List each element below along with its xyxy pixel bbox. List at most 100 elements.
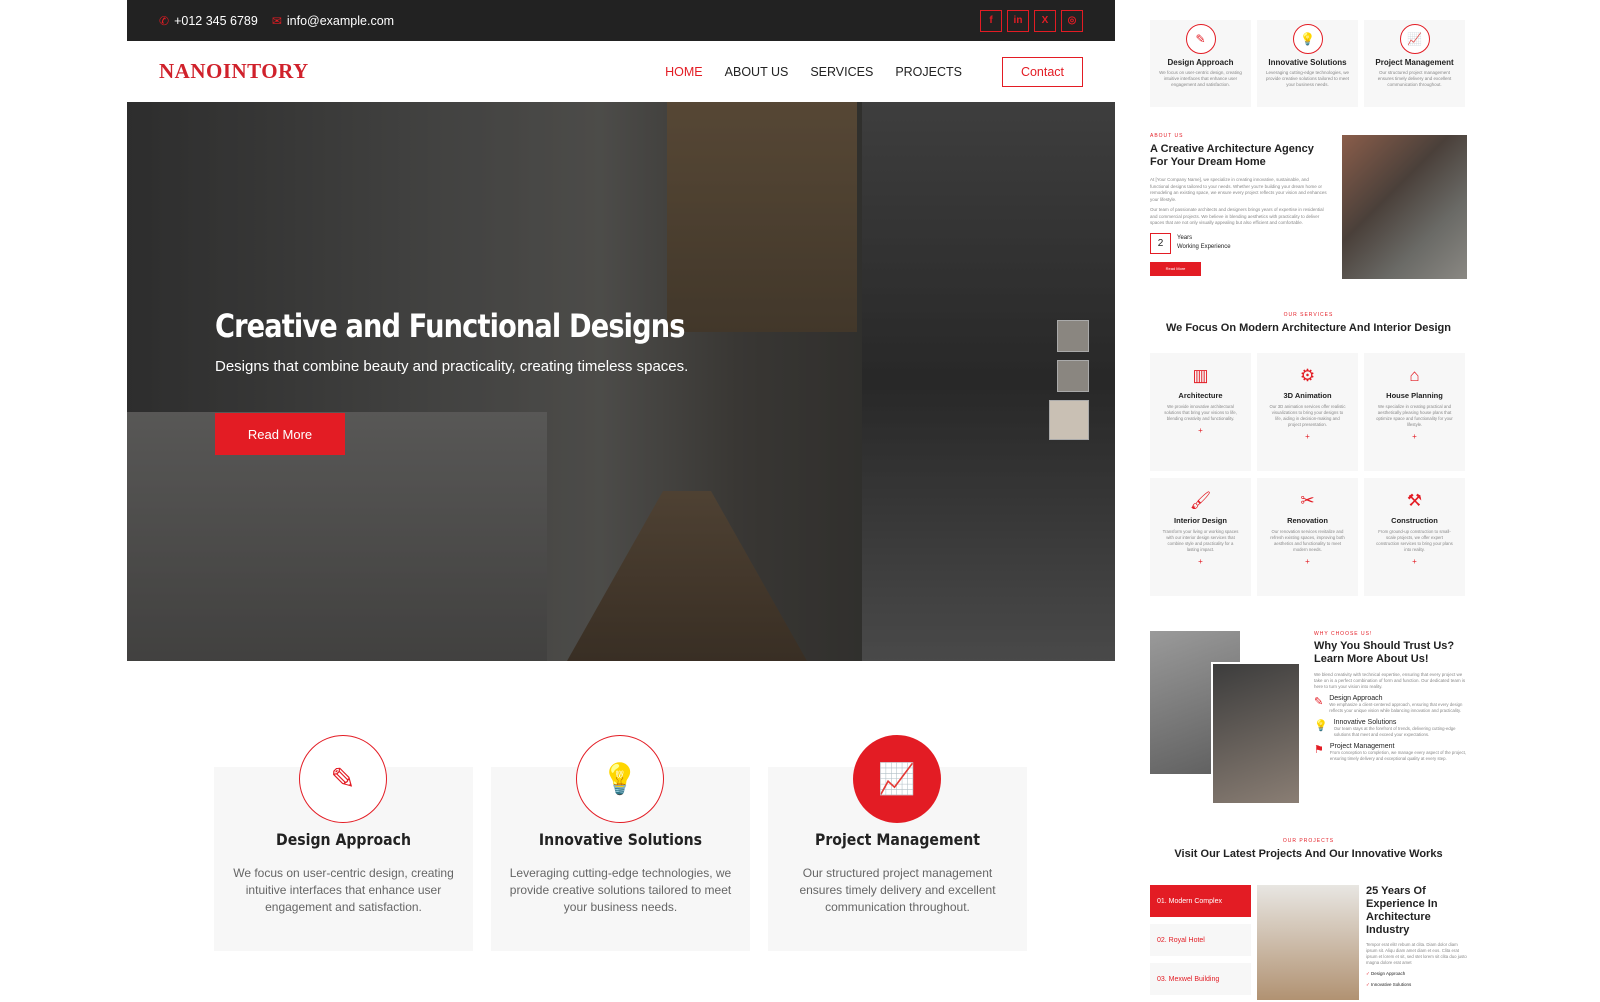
pencil-icon: ✎: [1314, 696, 1324, 708]
trust-item: 💡 Innovative Solutions Our team stays at t…: [1314, 719, 1467, 738]
nav-projects[interactable]: PROJECTS: [895, 65, 962, 79]
years-label-2: Working Experience: [1177, 244, 1231, 250]
hero-thumb-2[interactable]: [1057, 360, 1089, 392]
service-text: Our 3D animation services offer realisti…: [1269, 404, 1346, 427]
plus-icon[interactable]: +: [1364, 432, 1465, 441]
email-link[interactable]: ✉ info@example.com: [272, 14, 394, 28]
plus-icon[interactable]: +: [1257, 557, 1358, 566]
about-title: A Creative Architecture Agency For Your …: [1150, 143, 1314, 168]
about-text-2: Our team of passionate architects and de…: [1150, 207, 1324, 225]
design-approach-icon: ✎: [299, 735, 387, 823]
house-icon: ⌂: [1409, 366, 1420, 385]
project-list: Design Approach Innovative Solutions: [1366, 971, 1467, 988]
feature-text: Our structured project management ensure…: [799, 866, 996, 914]
email-icon: ✉: [271, 13, 282, 28]
feature-card: ✎ Design Approach We focus on user-centr…: [214, 735, 473, 951]
instagram-icon[interactable]: ◎: [1061, 9, 1083, 32]
project-tab[interactable]: 01. Modern Complex: [1150, 885, 1251, 917]
trust-tag: WHY CHOOSE US!: [1314, 631, 1373, 637]
gears-icon: ⚙: [1299, 366, 1316, 385]
feature-text: We focus on user-centric design, creatin…: [233, 866, 454, 914]
service-card[interactable]: ⚒ Construction From ground-up construction…: [1364, 478, 1465, 596]
service-text: We specialize in creating practical and …: [1376, 404, 1453, 427]
service-card[interactable]: ▥ Architecture We provide innovative archi…: [1150, 353, 1251, 471]
preview-feature-text: Our structured project management ensure…: [1377, 70, 1452, 87]
social-links: f in X ◎: [980, 9, 1083, 32]
site-logo[interactable]: NANOINTORY: [159, 59, 309, 84]
feature-title: Design Approach: [276, 830, 411, 849]
preview-feature-title: Design Approach: [1167, 58, 1234, 67]
nav-services[interactable]: SERVICES: [810, 65, 873, 79]
hero-title: Creative and Functional Designs: [215, 307, 685, 345]
nav-menu: HOME ABOUT US SERVICES PROJECTS: [665, 65, 962, 79]
services-title: We Focus On Modern Architecture And Inte…: [1165, 322, 1451, 334]
trust-item: ✎ Design Approach We emphasize a client-ce…: [1314, 695, 1467, 714]
service-title: 3D Animation: [1283, 391, 1332, 400]
years-label-1: Years: [1177, 235, 1193, 241]
nav-about[interactable]: ABOUT US: [725, 65, 789, 79]
phone-link[interactable]: ✆ +012 345 6789: [159, 14, 258, 28]
hammer-icon: ⚒: [1406, 491, 1423, 510]
trust-item: ⚑ Project Management From conception to co…: [1314, 743, 1467, 762]
phone-text: +012 345 6789: [174, 13, 258, 28]
projects-tag: OUR PROJECTS: [1282, 838, 1335, 844]
hero-thumb-3[interactable]: [1049, 400, 1089, 440]
projects-header: OUR PROJECTS Visit Our Latest Projects A…: [1150, 838, 1467, 861]
top-contacts: ✆ +012 345 6789 ✉ info@example.com: [159, 14, 394, 28]
service-card[interactable]: ✂ Renovation Our renovation services revit…: [1257, 478, 1358, 596]
service-text: From ground-up construction to small-sca…: [1376, 529, 1453, 552]
design-approach-icon: ✎: [1185, 24, 1216, 54]
trust-item-title: Innovative Solutions: [1333, 719, 1397, 726]
about-read-more-button[interactable]: Read More: [1150, 261, 1201, 276]
project-text: Tempor erat elitr rebum at clita. Diam d…: [1366, 942, 1467, 965]
project-tab[interactable]: 03. Mexwel Building: [1150, 963, 1251, 995]
x-icon[interactable]: X: [1034, 9, 1056, 32]
project-image: [1257, 885, 1359, 1000]
network-icon: ⚑: [1314, 744, 1324, 756]
plus-icon[interactable]: +: [1364, 557, 1465, 566]
preview-about: ABOUT US A Creative Architecture Agency …: [1150, 133, 1467, 279]
project-tabs: 01. Modern Complex 02. Royal Hotel 03. M…: [1150, 885, 1251, 1002]
trust-item-text: Our team stays at the forefront of trend…: [1333, 726, 1456, 737]
feature-title: Project Management: [815, 830, 980, 849]
tools-icon: ✂: [1300, 491, 1315, 510]
project-tab[interactable]: 02. Royal Hotel: [1150, 924, 1251, 956]
chart-icon: 📈: [1399, 24, 1430, 54]
about-image: [1342, 135, 1467, 279]
trust-item-title: Design Approach: [1329, 695, 1383, 702]
lightbulb-icon: 💡: [1314, 720, 1328, 732]
hero-thumb-1[interactable]: [1057, 320, 1089, 352]
project-list-item: Design Approach: [1366, 971, 1467, 977]
service-title: Construction: [1391, 516, 1438, 525]
service-text: Our renovation services revitalize and r…: [1270, 529, 1345, 552]
service-card[interactable]: ⌂ House Planning We specialize in creating…: [1364, 353, 1465, 471]
service-text: We provide innovative architectural solu…: [1164, 404, 1237, 421]
plus-icon[interactable]: +: [1150, 426, 1251, 435]
service-card[interactable]: ⚙ 3D Animation Our 3D animation services o…: [1257, 353, 1358, 471]
service-title: Architecture: [1178, 391, 1223, 400]
project-list-item: Innovative Solutions: [1366, 982, 1467, 988]
service-title: House Planning: [1386, 391, 1443, 400]
trust-item-title: Project Management: [1329, 743, 1395, 750]
preview-projects: OUR PROJECTS Visit Our Latest Projects A…: [1150, 838, 1467, 1000]
plus-icon[interactable]: +: [1150, 557, 1251, 566]
years-label: Years Working Experience: [1177, 234, 1231, 252]
trust-content: WHY CHOOSE US! Why You Should Trust Us? …: [1314, 631, 1467, 762]
project-heading: 25 Years Of Experience In Architecture I…: [1366, 885, 1438, 936]
email-text: info@example.com: [286, 13, 395, 28]
feature-cards: ✎ Design Approach We focus on user-centr…: [214, 735, 1027, 951]
feature-card: 💡 Innovative Solutions Leveraging cuttin…: [491, 735, 750, 951]
nav-home[interactable]: HOME: [665, 65, 703, 79]
linkedin-icon[interactable]: in: [1007, 9, 1029, 32]
brush-icon: 🖌: [1189, 491, 1212, 510]
hero-read-more-button[interactable]: Read More: [215, 413, 345, 455]
service-card[interactable]: 🖌 Interior Design Transform your living or…: [1150, 478, 1251, 596]
service-title: Interior Design: [1174, 516, 1227, 525]
contact-button[interactable]: Contact: [1002, 56, 1083, 87]
preview-feature-row: ✎ Design Approach We focus on user-centric…: [1150, 20, 1465, 107]
hero-thumbnails: [1049, 320, 1089, 440]
page-preview-column: ✎ Design Approach We focus on user-centric…: [1150, 0, 1467, 1000]
plus-icon[interactable]: +: [1257, 432, 1358, 441]
facebook-icon[interactable]: f: [980, 9, 1002, 32]
preview-feature-card: 📈 Project Management Our structured projec…: [1364, 20, 1465, 107]
